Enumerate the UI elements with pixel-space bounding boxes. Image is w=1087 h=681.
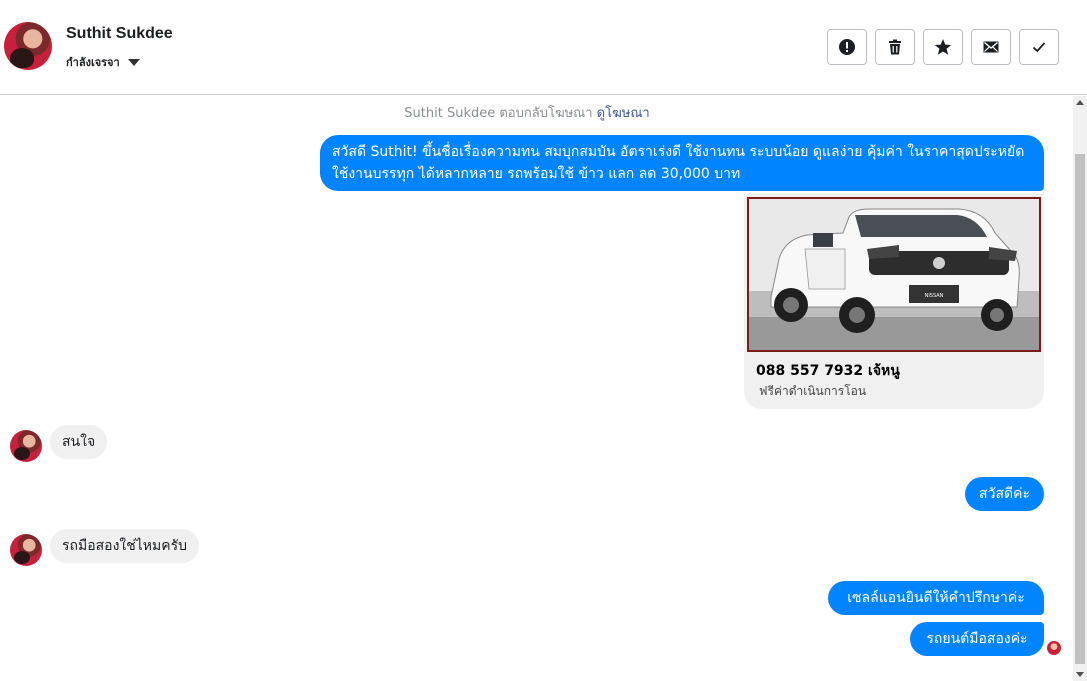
svg-text:NISSAN: NISSAN xyxy=(925,293,944,299)
contact-avatar[interactable] xyxy=(4,22,52,70)
exclamation-circle-icon xyxy=(839,39,855,55)
checkmark-icon xyxy=(1032,42,1046,53)
ad-subtitle: ฟรีค่าดำเนินการโอน xyxy=(759,384,867,398)
seen-receipt-avatar xyxy=(1047,641,1061,655)
sender-avatar[interactable] xyxy=(10,430,42,462)
delete-button[interactable] xyxy=(875,29,915,65)
messenger-conversation: Suthit Sukdee กำลังเจรจา Suthit Sukdee ต… xyxy=(0,0,1087,681)
message-bubble-incoming: รถมือสองใช่ไหมครับ xyxy=(50,529,200,563)
scroll-up-icon[interactable] xyxy=(1076,100,1084,105)
star-button[interactable] xyxy=(923,29,963,65)
view-ad-link[interactable]: ดูโฆษณา xyxy=(597,106,650,121)
stage-dropdown[interactable]: กำลังเจรจา xyxy=(66,53,140,71)
scroll-down-icon[interactable] xyxy=(1076,672,1084,677)
pickup-truck-image: NISSAN xyxy=(749,199,1039,350)
ad-reply-note: Suthit Sukdee ตอบกลับโฆษณา ดูโฆษณา xyxy=(0,102,1054,123)
ad-card[interactable]: NISSAN 088 557 7932 เจ้หนู ฟรีค่าดำเนินก… xyxy=(744,194,1044,409)
message-bubble-incoming: สนใจ xyxy=(50,425,108,459)
ad-photo: NISSAN xyxy=(747,197,1041,352)
conversation-header: Suthit Sukdee กำลังเจรจา xyxy=(0,0,1087,95)
envelope-icon xyxy=(983,41,999,53)
ad-title: 088 557 7932 เจ้หนู xyxy=(756,363,900,379)
scrollbar[interactable] xyxy=(1073,96,1087,681)
contact-name[interactable]: Suthit Sukdee xyxy=(66,25,173,43)
message-bubble-outgoing: สวัสดี Suthit! ขึ้นชื่อเรื่องความทน สมบุ… xyxy=(320,135,1044,191)
message-bubble-outgoing: รถยนต์มือสองค่ะ xyxy=(910,622,1044,656)
ad-reply-text: Suthit Sukdee ตอบกลับโฆษณา xyxy=(404,106,593,121)
sender-avatar[interactable] xyxy=(10,534,42,566)
spam-button[interactable] xyxy=(827,29,867,65)
mark-unread-button[interactable] xyxy=(971,29,1011,65)
action-toolbar xyxy=(827,29,1059,65)
star-icon xyxy=(934,39,952,55)
stage-label: กำลังเจรจา xyxy=(66,56,120,69)
message-bubble-outgoing: เซลล์แอนยินดีให้คำปรึกษาค่ะ xyxy=(828,581,1044,615)
message-bubble-outgoing: สวัสดีค่ะ xyxy=(965,477,1044,511)
scroll-thumb[interactable] xyxy=(1075,154,1085,664)
caret-down-icon xyxy=(127,58,140,66)
trash-icon xyxy=(889,39,901,55)
mark-done-button[interactable] xyxy=(1019,29,1059,65)
message-thread[interactable]: Suthit Sukdee ตอบกลับโฆษณา ดูโฆษณา สวัสด… xyxy=(0,96,1073,681)
